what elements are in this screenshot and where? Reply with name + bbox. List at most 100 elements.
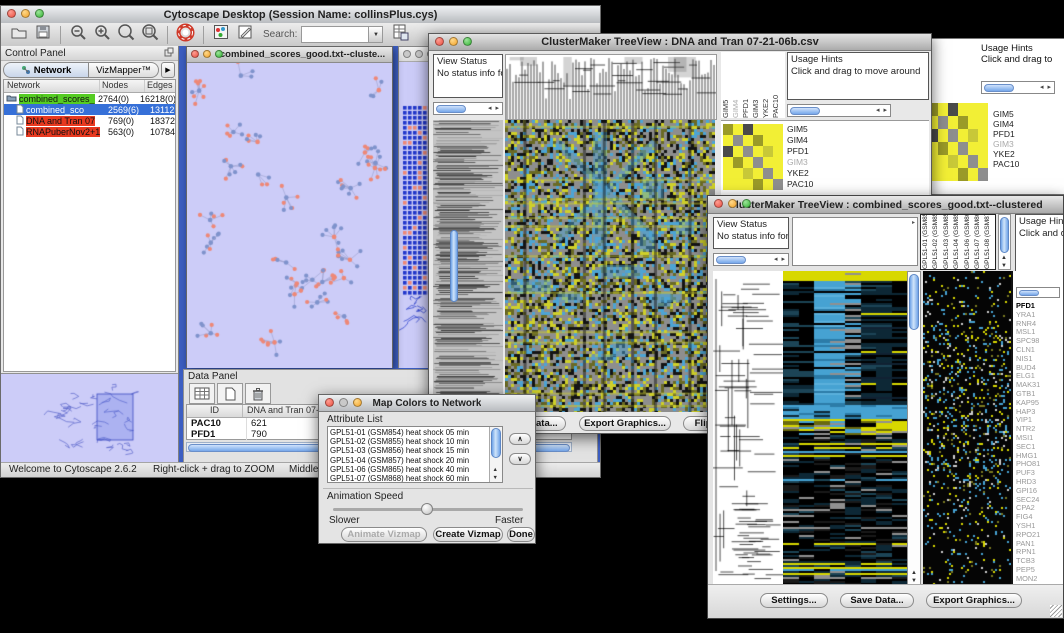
network-overview-panel[interactable] (1, 373, 178, 463)
create-vizmap-button[interactable]: Create Vizmap (433, 527, 503, 542)
treeview2-settings-button[interactable]: Settings... (760, 593, 828, 608)
fragment-scrollbar[interactable]: ◂ ▸ (981, 81, 1055, 94)
new-attribute-button[interactable] (217, 383, 243, 404)
heatmap-cell (763, 168, 773, 179)
zoom-fit-icon[interactable] (141, 23, 159, 46)
heatmap-cell (763, 146, 773, 157)
treeview1-column-dendrogram[interactable] (505, 54, 717, 120)
col-header-network[interactable]: Network (4, 80, 100, 92)
attribute-list-item[interactable]: GPL51-04 (GSM857) heat shock 20 min (330, 456, 489, 465)
heatmap-cell (763, 157, 773, 168)
help-lifering-icon[interactable] (176, 23, 195, 47)
network-view-titlebar[interactable]: combined_scores_good.txt--cluste... (187, 47, 392, 63)
move-attribute-down-button[interactable]: ∨ (509, 453, 531, 465)
col-header-nodes[interactable]: Nodes (100, 80, 145, 92)
treeview2-save-data-button[interactable]: Save Data... (840, 593, 914, 608)
treeview2-global-heatmap[interactable] (783, 271, 907, 586)
attribute-list-item[interactable]: GPL51-06 (GSM865) heat shock 40 min (330, 465, 489, 474)
slider-thumb[interactable] (421, 503, 433, 515)
treeview2-export-graphics-button[interactable]: Export Graphics... (926, 593, 1022, 608)
close-icon[interactable] (714, 199, 723, 208)
treeview1-status-scrollbar[interactable]: ◂ ▸ (433, 102, 503, 115)
zoom-icon[interactable] (742, 199, 751, 208)
close-icon[interactable] (191, 50, 199, 58)
gene-label[interactable]: MON2 (1014, 575, 1040, 584)
zoom-out-icon[interactable] (69, 23, 87, 46)
resize-grip[interactable] (1050, 605, 1062, 617)
treeview1-global-heatmap[interactable] (505, 120, 715, 412)
tab-overflow-arrow[interactable]: ▶ (161, 62, 175, 78)
window-controls[interactable] (7, 9, 44, 18)
close-icon[interactable] (435, 37, 444, 46)
attribute-list[interactable]: GPL51-01 (GSM854) heat shock 05 minGPL51… (327, 426, 503, 483)
attribute-list-item[interactable]: GPL51-03 (GSM856) heat shock 15 min (330, 446, 489, 455)
close-icon[interactable] (325, 398, 334, 407)
treeview2-collabel-scrollbar[interactable]: ▲ ▼ (998, 214, 1011, 270)
network-overview-thumbnail[interactable] (1, 374, 177, 462)
minimize-icon[interactable] (449, 37, 458, 46)
col-header-edges[interactable]: Edges (145, 80, 175, 92)
treeview2-zoom-heatmap[interactable] (923, 271, 1011, 586)
network-tree-row[interactable]: combined_sco2569(6)13112(15) (4, 104, 175, 115)
annotation-icon[interactable] (236, 23, 254, 46)
datapanel-col-id[interactable]: ID (187, 405, 243, 417)
delete-attribute-button[interactable] (245, 383, 271, 404)
treeview1-row-dendrogram[interactable] (433, 120, 503, 412)
treeview2-status-scrollbar[interactable]: ◂ ▸ (713, 253, 789, 266)
zoom-icon[interactable] (35, 9, 44, 18)
attr-table-icon-button[interactable] (189, 383, 215, 404)
minimize-icon[interactable] (728, 199, 737, 208)
zoom-icon[interactable] (353, 398, 362, 407)
animate-vizmap-button[interactable]: Animate Vizmap (341, 527, 427, 542)
treeview2-heatmap-scrollbar[interactable]: ▲ ▼ (907, 271, 921, 586)
import-table-icon[interactable] (391, 23, 409, 46)
treeview1-usage-scrollbar[interactable]: ◂ ▸ (787, 104, 891, 117)
fragment-zoom-heatmap[interactable] (928, 103, 988, 181)
attribute-list-scrollbar[interactable]: ▲ ▼ (489, 427, 502, 482)
network-tree-row[interactable]: RNAPuberNov2+1563(0)107847(0) (4, 126, 175, 137)
move-attribute-up-button[interactable]: ∧ (509, 433, 531, 445)
treeview1-vertical-scrollbar[interactable] (449, 120, 459, 412)
zoom-selected-icon[interactable] (117, 23, 135, 46)
treeview2-genelabel-scrollbar[interactable] (1016, 287, 1060, 298)
dialog-titlebar[interactable]: Map Colors to Network (319, 395, 535, 412)
network-view-canvas[interactable] (187, 63, 392, 368)
zoom-icon[interactable] (215, 50, 223, 58)
attribute-list-item[interactable]: GPL51-07 (GSM868) heat shock 60 min (330, 474, 489, 483)
treeview2-row-dendrogram[interactable] (713, 271, 783, 586)
network-tree-row[interactable]: DNA and Tran 07769(0)183728(0) (4, 115, 175, 126)
main-titlebar[interactable]: Cytoscape Desktop (Session Name: collins… (1, 6, 600, 24)
close-icon[interactable] (403, 50, 411, 58)
heatmap-cell (773, 179, 783, 190)
status-hint-zoom: Right-click + drag to ZOOM (153, 464, 274, 475)
search-input[interactable] (301, 26, 369, 43)
treeview1-row-label: GIM3 (787, 157, 813, 168)
search-dropdown-button[interactable]: ▼ (369, 26, 383, 43)
treeview2-view-status: View Status No status info for this view (713, 217, 789, 249)
save-session-icon[interactable] (34, 23, 52, 46)
minimize-icon[interactable] (21, 9, 30, 18)
vizmapper-icon[interactable] (212, 23, 230, 46)
attribute-list-item[interactable]: GPL51-01 (GSM854) heat shock 05 min (330, 428, 489, 437)
zoom-in-icon[interactable] (93, 23, 111, 46)
done-button[interactable]: Done (507, 527, 535, 542)
close-icon[interactable] (7, 9, 16, 18)
treeview1-export-graphics-button[interactable]: Export Graphics... (579, 416, 671, 431)
treeview2-column-dendrogram[interactable]: ▸ (792, 217, 918, 266)
float-panel-icon[interactable] (164, 44, 174, 62)
treeview1-zoom-heatmap[interactable] (723, 124, 783, 190)
minimize-icon[interactable] (203, 50, 211, 58)
zoom-icon[interactable] (463, 37, 472, 46)
minimize-icon[interactable] (339, 398, 348, 407)
tab-network[interactable]: Network (3, 62, 89, 78)
expand-arrow-icon[interactable]: ▸ (912, 219, 915, 226)
open-session-icon[interactable] (10, 23, 28, 46)
animation-speed-slider[interactable] (333, 508, 523, 511)
attribute-list-item[interactable]: GPL51-02 (GSM855) heat shock 10 min (330, 437, 489, 446)
treeview1-titlebar[interactable]: ClusterMaker TreeView : DNA and Tran 07-… (429, 34, 931, 51)
treeview2-titlebar[interactable]: ClusterMaker TreeView : combined_scores_… (708, 196, 1063, 214)
treeview1-row-label: YKE2 (787, 168, 813, 179)
network-tree-row[interactable]: combined_scores_2764(0)16218(0) (4, 93, 175, 104)
minimize-icon[interactable] (415, 50, 423, 58)
tab-vizmapper[interactable]: VizMapper™ (89, 62, 159, 78)
